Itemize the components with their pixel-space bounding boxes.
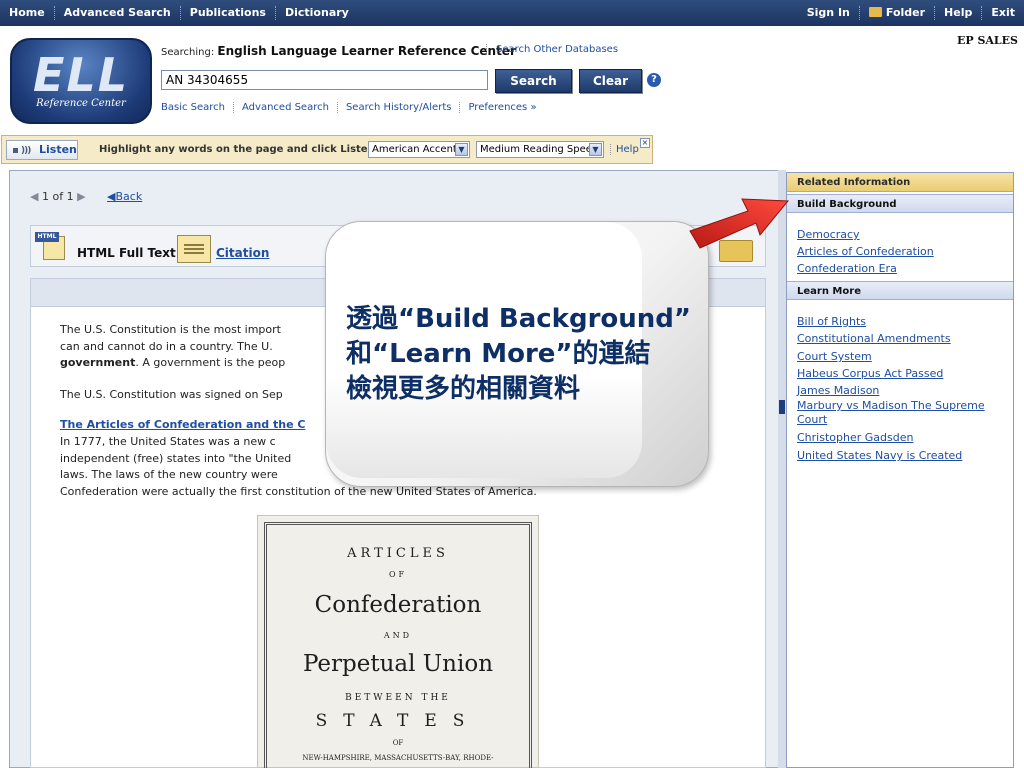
speaker-icon bbox=[13, 142, 31, 160]
listen-hint: Highlight any words on the page and clic… bbox=[99, 144, 375, 155]
search-other-databases-link[interactable]: Search Other Databases bbox=[486, 44, 618, 55]
link-articles-of-confederation[interactable]: Articles of Confederation bbox=[797, 245, 997, 259]
searching-line: Searching: English Language Learner Refe… bbox=[161, 44, 516, 58]
nav-home[interactable]: Home bbox=[0, 6, 55, 20]
pager-count: 1 of 1 bbox=[41, 190, 74, 203]
nav-dictionary[interactable]: Dictionary bbox=[276, 6, 358, 20]
html-full-text-label: HTML Full Text bbox=[77, 246, 176, 260]
close-icon[interactable]: × bbox=[640, 138, 650, 148]
speed-select[interactable]: Medium Reading Speed ▼ bbox=[476, 141, 604, 158]
advanced-search-link[interactable]: Advanced Search bbox=[233, 102, 337, 113]
html-tag: HTML bbox=[35, 232, 59, 242]
result-pager: ◀ 1 of 1 ▶ ◀Back bbox=[30, 190, 142, 203]
nav-folder-label: Folder bbox=[885, 6, 926, 19]
citation-icon[interactable] bbox=[177, 235, 211, 263]
scan-line-states: STATES bbox=[315, 711, 481, 731]
preferences-link[interactable]: Preferences » bbox=[459, 102, 544, 113]
p1-line-3-rest: . A government is the peop bbox=[135, 356, 286, 369]
search-history-link[interactable]: Search History/Alerts bbox=[336, 102, 460, 113]
link-us-navy-created[interactable]: United States Navy is Created bbox=[797, 449, 997, 463]
html-full-text-icon[interactable]: HTML bbox=[35, 232, 73, 262]
callout-text: 透過“Build Background” 和“Learn More”的連結 檢視… bbox=[346, 302, 691, 407]
scan-line-articles: ARTICLES bbox=[347, 546, 449, 561]
database-name: English Language Learner Reference Cente… bbox=[217, 44, 516, 58]
link-christopher-gadsden[interactable]: Christopher Gadsden bbox=[797, 431, 997, 445]
help-icon[interactable]: ? bbox=[647, 73, 661, 87]
logo-sub-text: Reference Center bbox=[36, 98, 126, 109]
link-james-madison[interactable]: James Madison bbox=[797, 384, 997, 398]
nav-advanced-search[interactable]: Advanced Search bbox=[55, 6, 181, 20]
scan-line-states-list: NEW-HAMPSHIRE, MASSACHUSETTS-BAY, RHODE- bbox=[302, 754, 494, 762]
basic-search-link[interactable]: Basic Search bbox=[161, 102, 233, 113]
red-pointer-arrow-icon bbox=[689, 198, 790, 249]
logo-main-text: ELL bbox=[32, 48, 130, 102]
search-input[interactable] bbox=[161, 70, 488, 90]
build-background-header: Build Background bbox=[787, 194, 1013, 213]
related-information-header: Related Information bbox=[787, 173, 1013, 192]
scan-line-of: OF bbox=[388, 570, 408, 579]
back-link[interactable]: ◀Back bbox=[107, 190, 142, 203]
search-sub-links: Basic Search Advanced Search Search Hist… bbox=[161, 102, 545, 113]
search-header: ELL Reference Center Searching: English … bbox=[0, 26, 1024, 130]
link-confederation-era[interactable]: Confederation Era bbox=[797, 262, 997, 276]
nav-publications[interactable]: Publications bbox=[181, 6, 276, 20]
scan-line-between-the: BETWEEN THE bbox=[345, 693, 451, 703]
callout-line-1: 透過“Build Background” bbox=[346, 304, 691, 334]
top-nav-bar: Home Advanced Search Publications Dictio… bbox=[0, 0, 1024, 26]
back-arrow-icon: ◀ bbox=[107, 190, 116, 203]
next-result-icon[interactable]: ▶ bbox=[77, 190, 85, 203]
clear-button[interactable]: Clear bbox=[579, 69, 642, 93]
citation-link[interactable]: Citation bbox=[216, 246, 269, 260]
scan-line-of-2: OF bbox=[392, 739, 404, 747]
panel-splitter[interactable] bbox=[778, 170, 786, 768]
learn-more-header: Learn More bbox=[787, 281, 1013, 300]
section-heading-link[interactable]: The Articles of Confederation and the C bbox=[60, 418, 305, 431]
chevron-down-icon: ▼ bbox=[455, 143, 468, 156]
link-bill-of-rights[interactable]: Bill of Rights bbox=[797, 315, 997, 329]
prev-result-icon[interactable]: ◀ bbox=[30, 190, 38, 203]
listen-button[interactable]: Listen bbox=[6, 140, 78, 160]
accent-select-value: American Accent bbox=[372, 144, 457, 155]
account-name: EP SALES bbox=[956, 34, 1018, 47]
related-information-panel: Related Information Build Background Dem… bbox=[786, 172, 1014, 768]
nav-help[interactable]: Help bbox=[935, 6, 983, 20]
link-court-system[interactable]: Court System bbox=[797, 350, 997, 364]
scan-line-confederation: Confederation bbox=[314, 592, 482, 618]
scan-line-perpetual-union: Perpetual Union bbox=[302, 651, 494, 677]
callout-line-2: 和“Learn More”的連結 bbox=[346, 339, 651, 369]
listen-button-label: Listen bbox=[39, 143, 77, 156]
listen-help-link[interactable]: Help bbox=[610, 144, 639, 155]
link-constitutional-amendments[interactable]: Constitutional Amendments bbox=[797, 332, 997, 346]
collapse-arrow-icon[interactable] bbox=[779, 400, 785, 414]
top-nav-left: Home Advanced Search Publications Dictio… bbox=[0, 0, 358, 26]
p1-bold-term: government bbox=[60, 356, 136, 369]
nav-folder[interactable]: Folder bbox=[860, 6, 936, 20]
search-button[interactable]: Search bbox=[495, 69, 572, 93]
listen-toolbar: Listen Highlight any words on the page a… bbox=[1, 135, 653, 164]
nav-sign-in[interactable]: Sign In bbox=[798, 6, 860, 20]
link-marbury-vs-madison[interactable]: Marbury vs Madison The Supreme Court bbox=[797, 399, 987, 427]
chevron-down-icon: ▼ bbox=[589, 143, 602, 156]
link-democracy[interactable]: Democracy bbox=[797, 228, 997, 242]
nav-exit[interactable]: Exit bbox=[982, 6, 1024, 20]
back-link-label: Back bbox=[115, 190, 143, 203]
callout-line-3: 檢視更多的相關資料 bbox=[346, 374, 581, 404]
scan-line-and: AND bbox=[383, 631, 413, 640]
top-nav-right: Sign In Folder Help Exit bbox=[798, 0, 1024, 26]
link-habeus-corpus[interactable]: Habeus Corpus Act Passed bbox=[797, 367, 997, 381]
accent-select[interactable]: American Accent ▼ bbox=[368, 141, 470, 158]
speed-select-value: Medium Reading Speed bbox=[480, 144, 599, 155]
searching-label: Searching: bbox=[161, 47, 215, 58]
folder-icon bbox=[868, 7, 882, 17]
articles-of-confederation-image: ARTICLES OF Confederation AND Perpetual … bbox=[257, 515, 539, 768]
ell-logo[interactable]: ELL Reference Center bbox=[10, 38, 152, 124]
